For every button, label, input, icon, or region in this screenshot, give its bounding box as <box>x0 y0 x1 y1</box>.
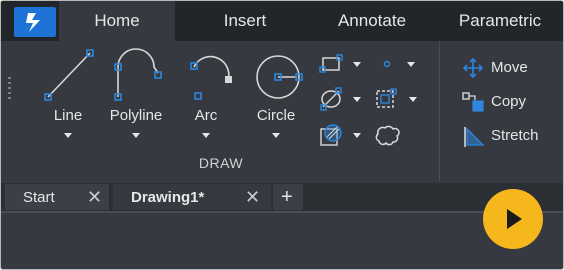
plus-icon: + <box>281 186 293 208</box>
move-icon <box>462 57 484 79</box>
tab-annotate[interactable]: Annotate <box>313 1 431 41</box>
chevron-down-icon[interactable] <box>353 62 361 67</box>
hatch-tool-button[interactable] <box>319 123 367 147</box>
play-video-button[interactable] <box>483 189 543 249</box>
circle-icon <box>256 55 303 99</box>
line-tool-label: Line <box>53 107 83 124</box>
circle-tool-button[interactable]: Circle <box>241 41 311 151</box>
chevron-down-icon[interactable] <box>132 133 140 138</box>
move-label: Move <box>491 59 528 76</box>
draw-panel-title: DRAW <box>198 155 244 171</box>
app-logo-icon[interactable] <box>14 7 56 37</box>
drawing1-tab-label: Drawing1* <box>131 189 205 206</box>
stretch-label: Stretch <box>491 127 539 144</box>
line-icon <box>44 49 94 101</box>
tab-start[interactable]: Start ✕ <box>5 184 109 210</box>
close-icon[interactable]: ✕ <box>87 187 102 208</box>
new-tab-button[interactable]: + <box>273 184 303 210</box>
boundary-icon <box>376 88 397 108</box>
ribbon-panel: Line Polyline Arc Circle DRAW Move Copy … <box>1 41 563 183</box>
tab-insert[interactable]: Insert <box>187 1 303 41</box>
tab-parametric[interactable]: Parametric <box>441 1 559 41</box>
chevron-down-icon[interactable] <box>353 133 361 138</box>
move-button[interactable]: Move <box>461 55 551 81</box>
close-icon[interactable]: ✕ <box>245 187 260 208</box>
rectangle-icon <box>319 54 343 73</box>
chevron-down-icon[interactable] <box>407 62 415 67</box>
stretch-button[interactable]: Stretch <box>461 123 559 149</box>
revision-cloud-tool-button[interactable] <box>373 123 403 147</box>
chevron-down-icon[interactable] <box>353 97 361 102</box>
chevron-down-icon[interactable] <box>272 133 280 138</box>
chevron-down-icon[interactable] <box>64 133 72 138</box>
chevron-down-icon[interactable] <box>202 133 210 138</box>
point-tool-button[interactable] <box>375 53 421 75</box>
copy-label: Copy <box>491 93 527 110</box>
arc-tool-button[interactable]: Arc <box>171 41 241 151</box>
panel-grip[interactable] <box>8 77 11 105</box>
circle-tool-label: Circle <box>256 107 296 124</box>
panel-divider <box>439 41 440 181</box>
arc-tool-label: Arc <box>194 107 218 124</box>
app-window: Home Insert Annotate Parametric Line Pol… <box>0 0 564 270</box>
ellipse-icon <box>320 87 342 111</box>
polyline-icon <box>114 48 162 101</box>
stretch-icon <box>464 127 485 147</box>
drawing-canvas[interactable] <box>1 213 563 269</box>
arc-icon <box>190 55 232 100</box>
start-tab-label: Start <box>23 189 55 206</box>
point-icon <box>383 60 391 68</box>
polyline-tool-button[interactable]: Polyline <box>101 41 171 151</box>
copy-button[interactable]: Copy <box>461 89 551 115</box>
ribbon-tab-bar: Home Insert Annotate Parametric <box>1 1 563 41</box>
chevron-down-icon[interactable] <box>409 97 417 102</box>
tab-home[interactable]: Home <box>59 1 175 41</box>
cloud-icon <box>375 125 400 146</box>
rectangle-tool-button[interactable] <box>319 53 367 75</box>
play-icon <box>507 209 522 229</box>
hatch-icon <box>320 124 342 146</box>
copy-icon <box>462 92 484 112</box>
tab-drawing1[interactable]: Drawing1* ✕ <box>113 184 271 210</box>
document-tab-bar: Start ✕ Drawing1* ✕ + <box>1 183 563 211</box>
line-tool-button[interactable]: Line <box>33 41 103 151</box>
polyline-tool-label: Polyline <box>109 107 163 124</box>
hatch-boundary-tool-button[interactable] <box>373 87 421 111</box>
ellipse-tool-button[interactable] <box>319 87 367 111</box>
